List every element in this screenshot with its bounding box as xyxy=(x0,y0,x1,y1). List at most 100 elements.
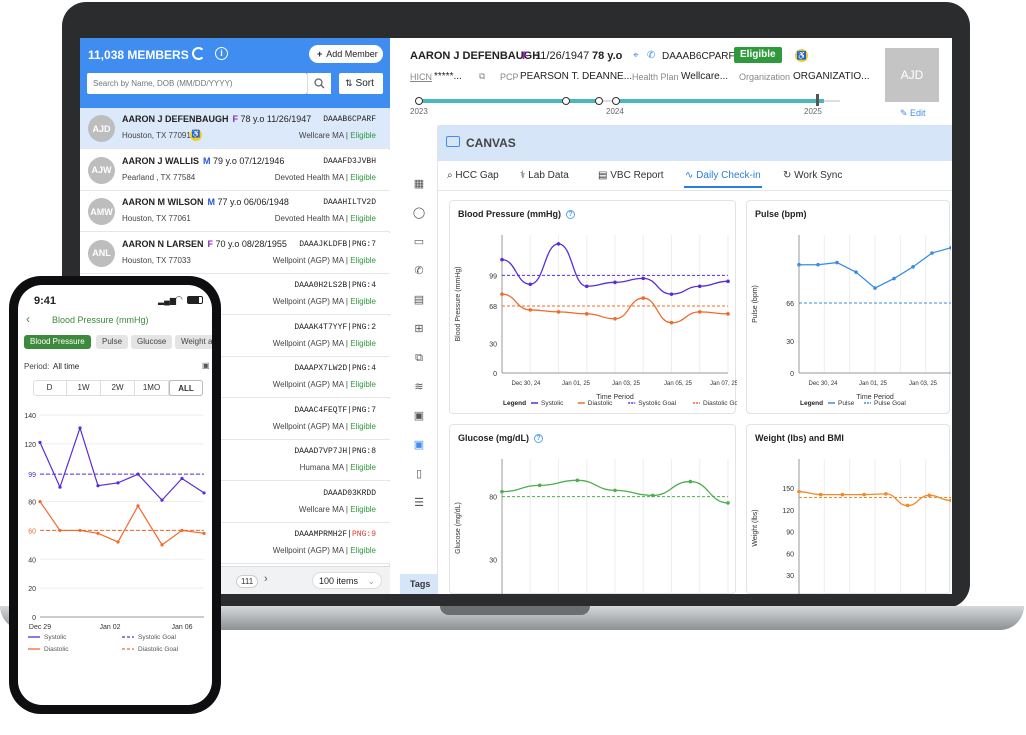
layers-icon[interactable]: ≋ xyxy=(412,380,426,394)
x-tick-label: Jan 06 xyxy=(171,624,192,631)
data-point xyxy=(688,479,693,484)
phone-icon[interactable]: ✆ xyxy=(647,50,655,61)
add-member-button[interactable]: + Add Member xyxy=(309,45,383,63)
timeline-year: 2023 xyxy=(410,107,428,116)
calendar-icon[interactable]: ▣ xyxy=(202,361,210,370)
tab-lab-data[interactable]: ⚕ Lab Data xyxy=(520,170,569,181)
phone-bp-chart: 0 20 40 60 80 99 120 140 Dec 29 Jan 02 Jan 06 Systo… xyxy=(24,413,206,653)
timeline[interactable]: 2023 2024 2025 xyxy=(410,94,848,118)
plus-icon: + xyxy=(317,49,323,59)
back-chevron-icon[interactable]: ‹ xyxy=(26,312,30,326)
info-icon[interactable]: i xyxy=(215,47,228,60)
y-tick-label: 60 xyxy=(786,551,794,558)
member-plan: Devoted Health MA | Eligible xyxy=(274,214,376,223)
y-axis-label: Glucose (mg/dL) xyxy=(455,502,462,554)
data-point xyxy=(669,320,674,325)
member-search-input[interactable] xyxy=(87,73,307,94)
data-point xyxy=(584,312,589,316)
phone-tab-pulse[interactable]: Pulse xyxy=(96,335,129,349)
data-point xyxy=(38,499,42,504)
tab-daily-check-in[interactable]: ∿ Daily Check-in xyxy=(685,170,761,181)
canvas-icon[interactable]: ▣ xyxy=(412,438,426,452)
tab-work-sync[interactable]: ↻ Work Sync xyxy=(783,170,842,181)
document-icon[interactable]: ▭ xyxy=(412,235,426,249)
search-button[interactable] xyxy=(307,73,331,94)
pulse-title: Pulse (bpm) xyxy=(755,209,807,219)
data-point xyxy=(528,282,533,287)
refresh-icon[interactable] xyxy=(192,47,205,60)
member-row[interactable]: AJD AARON J DEFENBAUGH F 78 y.o 11/26/1947… xyxy=(80,108,390,149)
range-1mo[interactable]: 1MO xyxy=(135,380,169,396)
wheelchair-icon: ♿ xyxy=(190,129,202,141)
member-id: DAAAHILTV2D xyxy=(323,198,376,207)
phone-tab-blood-pressure[interactable]: Blood Pressure xyxy=(24,335,91,349)
location-icon[interactable]: ⌖ xyxy=(633,50,639,61)
range-d[interactable]: D xyxy=(33,380,67,396)
data-point xyxy=(797,489,801,494)
copy-icon[interactable]: ⧉ xyxy=(479,71,485,82)
member-plan: Wellpoint (AGP) MA | Eligible xyxy=(272,255,376,265)
tab-vbc-report[interactable]: ▤ VBC Report xyxy=(598,170,664,181)
page-size-select[interactable]: 100 items ⌄ xyxy=(312,572,382,589)
legend-label: Diastolic xyxy=(44,646,69,653)
sort-button[interactable]: ⇅ Sort xyxy=(339,73,383,94)
tab-hcc-gap[interactable]: ⌕ HCC Gap xyxy=(447,170,499,181)
member-row[interactable]: AMW AARON M WILSON M 77 y.o 06/06/1948 Hous… xyxy=(80,191,390,232)
member-plan: Devoted Health MA | Eligible xyxy=(274,172,376,182)
phone-icon[interactable]: ✆ xyxy=(412,264,426,278)
member-name: AARON J DEFENBAUGH F 78 y.o 11/26/1947 xyxy=(122,114,312,124)
x-tick-label: Jan 07, 25 xyxy=(710,381,737,387)
grid-icon[interactable]: ▦ xyxy=(412,177,426,191)
data-point xyxy=(726,312,730,316)
range-2w[interactable]: 2W xyxy=(101,380,135,396)
data-point xyxy=(892,276,896,281)
phone-time: 9:41 xyxy=(34,295,57,307)
calendar-icon[interactable]: ▣ xyxy=(412,409,426,423)
notes-icon[interactable]: ▤ xyxy=(412,293,426,307)
tags-tab[interactable]: Tags xyxy=(400,574,438,594)
data-point xyxy=(528,308,533,312)
y-axis-label: Pulse (bpm) xyxy=(752,285,759,323)
canvas-title-bar: CANVAS xyxy=(438,125,952,161)
battery-icon xyxy=(187,296,203,304)
legend-label: Diastolic xyxy=(588,400,613,407)
help-icon[interactable]: ? xyxy=(566,210,576,220)
glucose-card: Glucose (mg/dL)? 03080Glucose (mg/dL) xyxy=(449,424,736,594)
edit-button[interactable]: ✎ Edit xyxy=(900,108,926,119)
list-icon[interactable]: ☰ xyxy=(412,496,426,510)
pcp-label: PCP xyxy=(500,72,519,82)
sort-label: Sort xyxy=(355,78,374,89)
member-id: DAAAJKLDFB|PNG:7 xyxy=(299,239,376,249)
member-sex: F xyxy=(522,50,529,62)
page-total[interactable]: 111 xyxy=(236,575,259,588)
chevron-right-icon[interactable]: › xyxy=(264,573,268,585)
data-point xyxy=(38,440,42,445)
member-plan: Humana MA | Eligible xyxy=(299,463,376,472)
cart-icon[interactable]: ⊞ xyxy=(412,322,426,336)
tags-label: Tags xyxy=(410,579,431,589)
tabs-divider xyxy=(438,190,952,191)
user-icon[interactable]: ◯ xyxy=(412,206,426,220)
phone-tab-glucose[interactable]: Glucose xyxy=(131,335,173,349)
help-icon[interactable]: ? xyxy=(534,434,544,444)
member-id: DAAAB6CPARF xyxy=(323,115,376,124)
glucose-chart: 03080Glucose (mg/dL) xyxy=(455,459,730,594)
range-1w[interactable]: 1W xyxy=(67,380,101,396)
member-row[interactable]: AJW AARON J WALLIS M 79 y.o 07/12/1946 Pear… xyxy=(80,149,390,191)
member-row[interactable]: ANL AARON N LARSEN F 70 y.o 08/28/1955 Hous… xyxy=(80,232,390,274)
y-tick-label: 99 xyxy=(28,472,36,479)
y-tick-label: 0 xyxy=(493,371,497,378)
pencil-icon: ✎ xyxy=(900,108,911,118)
series-line xyxy=(39,501,205,546)
y-axis-label: Blood Pressure (mmHg) xyxy=(455,266,462,341)
search-icon xyxy=(314,78,325,89)
data-point xyxy=(927,493,932,498)
phone-tab-weight[interactable]: Weight a xyxy=(175,335,212,349)
clipboard-icon[interactable]: ▯ xyxy=(412,467,426,481)
y-tick-label: 30 xyxy=(489,341,497,348)
member-name: AARON M WILSON M 77 y.o 06/06/1948 xyxy=(122,197,289,207)
copy-icon[interactable]: ⧉ xyxy=(412,351,426,365)
x-tick-label: Jan 01, 25 xyxy=(562,381,591,387)
range-all[interactable]: ALL xyxy=(169,380,203,396)
data-point xyxy=(78,426,82,430)
